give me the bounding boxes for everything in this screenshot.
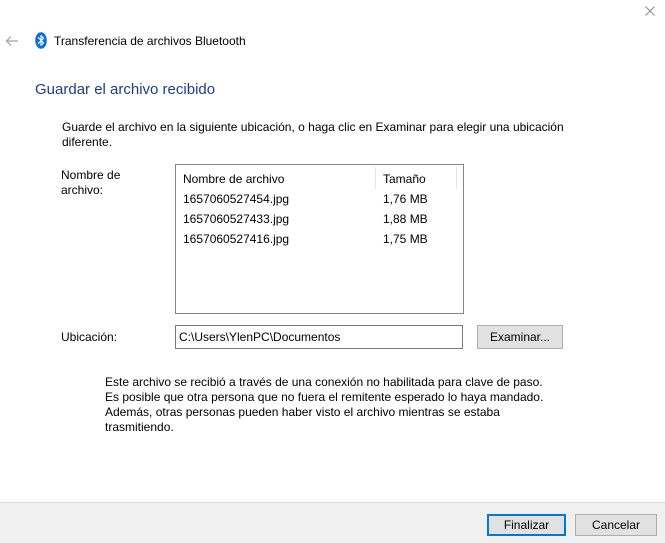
file-row[interactable]: 1657060527454.jpg 1,76 MB: [176, 189, 463, 209]
footer-bar: Finalizar Cancelar: [0, 502, 665, 543]
file-row[interactable]: 1657060527433.jpg 1,88 MB: [176, 209, 463, 229]
cancel-button[interactable]: Cancelar: [575, 514, 657, 536]
column-divider[interactable]: [375, 167, 376, 189]
back-button[interactable]: [4, 33, 20, 49]
filename-label: Nombre de archivo:: [61, 168, 121, 197]
file-name: 1657060527433.jpg: [183, 212, 290, 226]
close-button[interactable]: [640, 4, 660, 18]
file-size: 1,75 MB: [383, 232, 428, 246]
finish-button[interactable]: Finalizar: [487, 514, 566, 536]
file-row[interactable]: 1657060527416.jpg 1,75 MB: [176, 229, 463, 249]
bluetooth-icon: [35, 32, 47, 49]
file-size: 1,76 MB: [383, 192, 428, 206]
column-header-size[interactable]: Tamaño: [383, 172, 426, 188]
file-name: 1657060527454.jpg: [183, 192, 290, 206]
close-icon: [645, 6, 655, 16]
instructions-text: Guarde el archivo en la siguiente ubicac…: [62, 120, 564, 149]
security-note: Este archivo se recibió a través de una …: [105, 375, 544, 434]
location-label: Ubicación:: [61, 330, 118, 344]
file-name: 1657060527416.jpg: [183, 232, 290, 246]
back-arrow-icon: [5, 36, 18, 46]
browse-button[interactable]: Examinar...: [477, 325, 563, 349]
column-divider[interactable]: [456, 167, 457, 189]
column-header-name[interactable]: Nombre de archivo: [183, 172, 284, 188]
window-title: Transferencia de archivos Bluetooth: [54, 34, 246, 48]
page-title: Guardar el archivo recibido: [35, 81, 216, 98]
file-list[interactable]: Nombre de archivo Tamaño 1657060527454.j…: [175, 164, 464, 314]
location-input[interactable]: C:\Users\YlenPC\Documentos: [175, 325, 463, 349]
file-size: 1,88 MB: [383, 212, 428, 226]
